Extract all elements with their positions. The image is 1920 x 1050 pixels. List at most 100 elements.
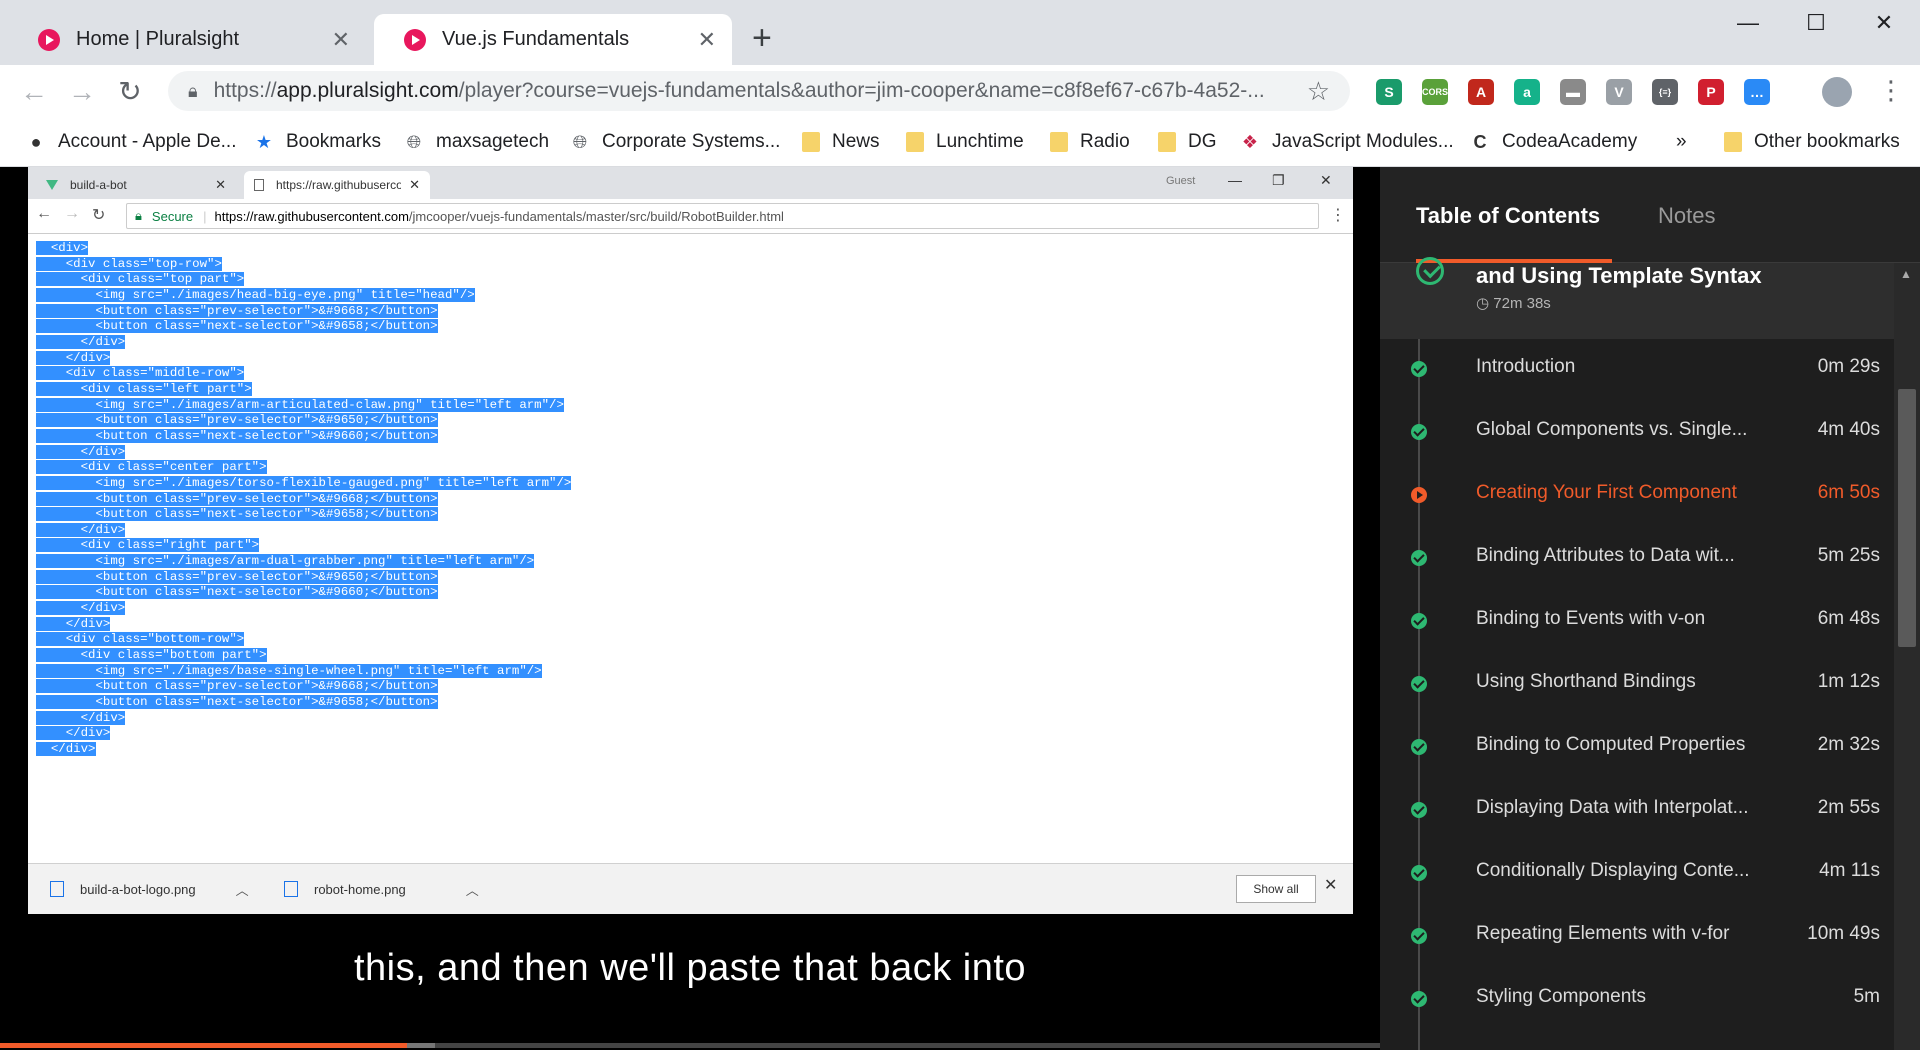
close-tab-icon: ✕: [215, 177, 226, 192]
inner-url-path: /jmcooper/vuejs-fundamentals/master/src/…: [408, 208, 784, 224]
tab-table-of-contents[interactable]: Table of Contents: [1416, 203, 1600, 229]
clip-item[interactable]: Creating Your First Component 6m 50s: [1380, 465, 1880, 528]
bookmark-star-icon[interactable]: ☆: [1307, 76, 1330, 107]
code-line-text: <img src="./images/base-single-wheel.png…: [36, 663, 542, 678]
more-bookmarks-button[interactable]: »: [1676, 128, 1687, 156]
bookmark-bookmarks[interactable]: ★ Bookmarks: [254, 128, 381, 156]
minimize-icon[interactable]: —: [1718, 10, 1778, 36]
bookmark-folder-news[interactable]: News: [802, 128, 880, 156]
code-line-text: <img src="./images/arm-dual-grabber.png"…: [36, 554, 535, 569]
url-separator: |: [203, 208, 207, 224]
inner-reload-icon: ↻: [92, 207, 106, 224]
bookmark-label: Other bookmarks: [1754, 131, 1900, 152]
code-line-text: <div class="left part">: [36, 381, 252, 396]
cors-icon[interactable]: CORS: [1422, 79, 1448, 105]
clip-item[interactable]: Using Shorthand Bindings 1m 12s: [1380, 654, 1880, 717]
code-line-text: <button class="next-selector">&#9658;</b…: [36, 319, 438, 334]
forward-icon[interactable]: →: [62, 65, 102, 118]
image-file-icon: [50, 881, 64, 897]
code-line: <div class="bottom part">: [36, 648, 1336, 664]
image-file-icon: [284, 881, 298, 897]
code-line-text: <div class="middle-row">: [36, 366, 245, 381]
new-tab-icon[interactable]: +: [752, 18, 772, 58]
bookmark-folder-lunchtime[interactable]: Lunchtime: [906, 128, 1024, 156]
reload-icon[interactable]: ↻: [110, 65, 150, 118]
clip-item[interactable]: Binding to Events with v-on 6m 48s: [1380, 591, 1880, 654]
download-file-name: robot-home.png: [314, 881, 406, 897]
browser-tab-home[interactable]: Home | Pluralsight ✕: [8, 14, 366, 65]
code-line: <button class="next-selector">&#9660;</b…: [36, 428, 1336, 445]
close-tab-icon: ✕: [409, 177, 420, 192]
tab-notes[interactable]: Notes: [1658, 203, 1715, 229]
globe-icon: 🌐︎: [572, 132, 588, 152]
clip-duration: 4m 40s: [1817, 419, 1880, 440]
clip-item[interactable]: Introduction 0m 29s: [1380, 339, 1880, 402]
code-line-text: <button class="prev-selector">&#9650;</b…: [36, 413, 438, 428]
pinterest-icon[interactable]: P: [1698, 79, 1724, 105]
code-line: </div>: [36, 444, 1336, 461]
clip-item[interactable]: Binding to Computed Properties 2m 32s: [1380, 717, 1880, 780]
code-line-text: <div class="right part">: [36, 538, 260, 553]
stylish-icon[interactable]: S: [1376, 79, 1402, 105]
bookmark-corporate-systems[interactable]: 🌐︎ Corporate Systems...: [570, 128, 781, 156]
url-prefix: https://: [213, 79, 277, 102]
close-tab-icon[interactable]: ✕: [698, 27, 716, 53]
pdf-icon[interactable]: A: [1468, 79, 1494, 105]
chrome-menu-icon[interactable]: ⋮: [1878, 75, 1904, 106]
clip-item[interactable]: Binding Attributes to Data wit... 5m 25s: [1380, 528, 1880, 591]
clip-duration: 1m 12s: [1817, 671, 1880, 692]
inner-back-icon: ←: [36, 205, 52, 222]
sidebar-scrollbar[interactable]: [1894, 263, 1920, 1050]
module-header[interactable]: and Using Template Syntax ◷ 72m 38s: [1380, 257, 1920, 339]
amazon-icon[interactable]: a: [1514, 79, 1540, 105]
inner-tab-raw-github: https://raw.githubuserco ✕: [244, 171, 430, 199]
code-line: <img src="./images/arm-articulated-claw.…: [36, 397, 1336, 414]
address-bar[interactable]: 🔒︎ https://app.pluralsight.com/player?co…: [168, 71, 1350, 111]
inner-address-bar: 🔒︎ Secure | https://raw.githubuserconten…: [126, 203, 1319, 229]
bookmark-label: maxsagetech: [436, 131, 550, 152]
code-line: <div class="middle-row">: [36, 366, 1336, 382]
video-frame-browser: build-a-bot ✕ https://raw.githubuserco ✕…: [28, 167, 1353, 914]
bookmark-javascript-modules[interactable]: ❖ JavaScript Modules...: [1240, 128, 1454, 156]
json-icon[interactable]: {≡}: [1652, 79, 1678, 105]
bookmark-other-bookmarks[interactable]: Other bookmarks: [1724, 128, 1900, 156]
clip-duration: 4m 11s: [1819, 860, 1880, 881]
bookmark-maxsagetech[interactable]: 🌐︎ maxsagetech: [404, 128, 549, 156]
code-line-text: </div>: [36, 334, 126, 349]
code-line: <button class="prev-selector">&#9650;</b…: [36, 413, 1336, 429]
bookmark-folder-dg[interactable]: DG: [1158, 128, 1217, 156]
bookmark-label: News: [832, 131, 880, 152]
bookmark-apple[interactable]: ● Account - Apple De...: [26, 128, 237, 156]
back-icon[interactable]: ←: [14, 65, 54, 118]
guest-label: Guest: [1166, 175, 1196, 187]
clip-item[interactable]: Conditionally Displaying Conte... 4m 11s: [1380, 843, 1880, 906]
download-item: build-a-bot-logo.png ︿: [50, 874, 249, 904]
check-icon: [1411, 928, 1427, 944]
bookmark-codeacademy[interactable]: C CodeaAcademy: [1470, 128, 1638, 156]
profile-avatar[interactable]: [1822, 77, 1852, 107]
clip-item[interactable]: Repeating Elements with v-for 10m 49s: [1380, 906, 1880, 969]
clip-duration: 2m 55s: [1817, 797, 1880, 818]
maximize-icon[interactable]: ☐: [1786, 10, 1846, 36]
code-line: <button class="prev-selector">&#9668;</b…: [36, 303, 1336, 320]
close-downloads-icon: ✕: [1324, 877, 1338, 894]
vuejs-devtools-icon[interactable]: V: [1606, 79, 1632, 105]
comment-icon[interactable]: ▬: [1560, 79, 1586, 105]
close-tab-icon[interactable]: ✕: [332, 27, 350, 53]
messenger-icon[interactable]: …: [1744, 79, 1770, 105]
close-window-icon[interactable]: ✕: [1854, 10, 1914, 36]
code-line: </div>: [36, 334, 1336, 351]
bookmark-folder-radio[interactable]: Radio: [1050, 128, 1130, 156]
scroll-up-arrow-icon[interactable]: ▲: [1900, 267, 1912, 281]
code-line: <img src="./images/arm-dual-grabber.png"…: [36, 554, 1336, 570]
sidebar-scroll-thumb[interactable]: [1898, 389, 1916, 647]
folder-icon: [1050, 132, 1068, 152]
code-line: </div>: [36, 350, 1336, 367]
folder-icon: [906, 132, 924, 152]
clip-item[interactable]: Global Components vs. Single... 4m 40s: [1380, 402, 1880, 465]
address-url: https://app.pluralsight.com/player?cours…: [214, 79, 1307, 103]
bookmark-label: Corporate Systems...: [602, 131, 781, 152]
clip-item[interactable]: Displaying Data with Interpolat... 2m 55s: [1380, 780, 1880, 843]
browser-tab-vuejs[interactable]: Vue.js Fundamentals ✕: [374, 14, 732, 65]
clip-item[interactable]: Styling Components 5m: [1380, 969, 1880, 1032]
